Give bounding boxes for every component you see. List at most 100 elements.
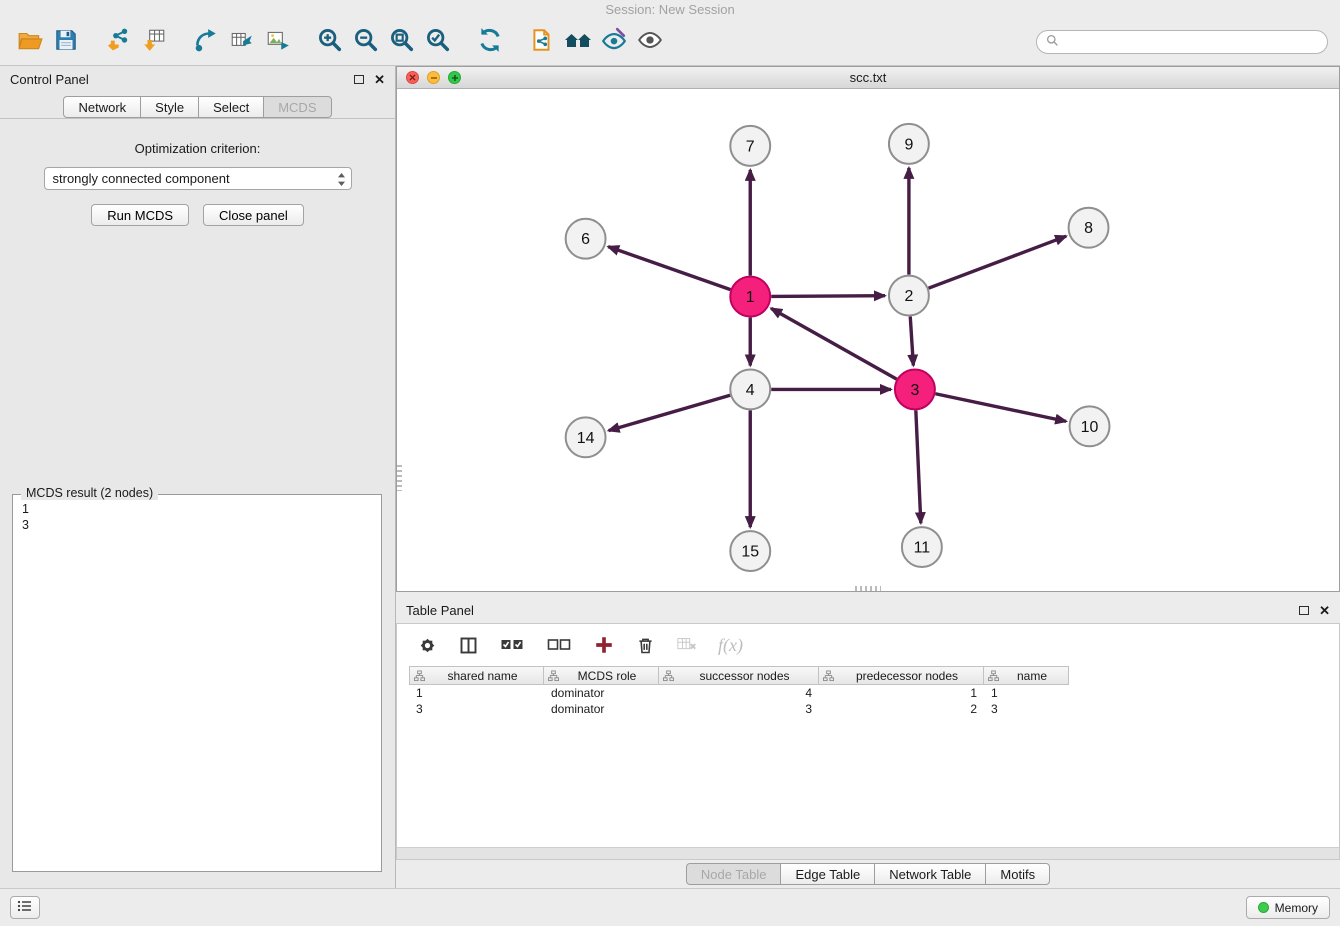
toolbar-search: [1036, 30, 1328, 54]
column-header-shared-name[interactable]: shared name: [409, 666, 544, 685]
application-window: Session: New Session: [0, 0, 1340, 926]
zoom-out-button[interactable]: [348, 24, 384, 60]
refresh-icon: [476, 26, 504, 57]
float-panel-icon[interactable]: [354, 75, 364, 84]
node-label: 14: [577, 430, 595, 447]
table-tabbar: Node Table Edge Table Network Table Moti…: [396, 860, 1340, 888]
sort-icon: [988, 670, 999, 685]
network-canvas[interactable]: 7 9 6 8 1 2 4 3 14 10 15 11: [397, 89, 1339, 591]
graph-edge-1-2[interactable]: [771, 296, 885, 297]
zoom-selected-button[interactable]: [420, 24, 456, 60]
table-scroll-strip[interactable]: [397, 847, 1339, 859]
pane-resize-grip[interactable]: [855, 586, 881, 591]
column-header-successor-nodes[interactable]: successor nodes: [659, 666, 819, 685]
cell-mcds-role[interactable]: dominator: [544, 685, 659, 701]
graph-edge-3-1[interactable]: [771, 308, 897, 379]
table-row[interactable]: 1dominator411: [409, 685, 1339, 701]
select-all-columns-button[interactable]: [499, 635, 526, 655]
table-settings-button[interactable]: [417, 635, 438, 656]
cell-shared-name[interactable]: 1: [409, 685, 544, 701]
houses-icon: [563, 28, 593, 55]
refresh-layout-button[interactable]: [472, 24, 508, 60]
export-network-button[interactable]: [188, 24, 224, 60]
window-title: Session: New Session: [605, 2, 734, 17]
graph-node-10[interactable]: 10: [1070, 406, 1110, 446]
cell-predecessor-nodes[interactable]: 2: [819, 701, 984, 717]
table-row[interactable]: 3dominator323: [409, 701, 1339, 717]
tab-network-table[interactable]: Network Table: [874, 863, 986, 885]
export-image-button[interactable]: [260, 24, 296, 60]
close-panel-button[interactable]: Close panel: [203, 204, 304, 226]
graph-node-6[interactable]: 6: [566, 219, 606, 259]
optimization-criterion-select[interactable]: strongly connected component: [44, 167, 352, 190]
delete-column-button[interactable]: [635, 635, 656, 656]
graph-node-7[interactable]: 7: [730, 126, 770, 166]
graph-node-2[interactable]: 2: [889, 276, 929, 316]
cell-successor-nodes[interactable]: 3: [659, 701, 819, 717]
graph-node-11[interactable]: 11: [902, 527, 942, 567]
graph-edge-3-11[interactable]: [916, 410, 921, 523]
graph-edge-4-14[interactable]: [609, 395, 731, 430]
import-network-icon: [105, 27, 131, 56]
function-builder-button[interactable]: f(x): [718, 635, 743, 656]
graph-edge-2-8[interactable]: [929, 236, 1067, 288]
show-columns-button[interactable]: [458, 635, 479, 656]
import-table-button[interactable]: [136, 24, 172, 60]
cell-predecessor-nodes[interactable]: 1: [819, 685, 984, 701]
search-input[interactable]: [1065, 35, 1318, 49]
minimize-window-icon[interactable]: [427, 71, 440, 84]
search-icon: [1046, 34, 1059, 50]
float-table-panel-icon[interactable]: [1299, 606, 1309, 615]
tab-motifs[interactable]: Motifs: [985, 863, 1050, 885]
create-column-button[interactable]: [593, 634, 615, 656]
run-mcds-button[interactable]: Run MCDS: [91, 204, 189, 226]
tab-mcds[interactable]: MCDS: [263, 96, 331, 118]
show-graphics-details-button[interactable]: [632, 24, 668, 60]
sort-icon: [548, 670, 559, 685]
close-window-icon[interactable]: [406, 71, 419, 84]
open-file-button[interactable]: [12, 24, 48, 60]
export-table-button[interactable]: [224, 24, 260, 60]
tab-node-table[interactable]: Node Table: [686, 863, 782, 885]
column-header-mcds-role[interactable]: MCDS role: [544, 666, 659, 685]
tab-edge-table[interactable]: Edge Table: [780, 863, 875, 885]
save-session-button[interactable]: [48, 24, 84, 60]
apply-style-button[interactable]: [596, 24, 632, 60]
graph-node-8[interactable]: 8: [1069, 208, 1109, 248]
unselect-all-columns-button[interactable]: [546, 635, 573, 655]
home-view-button[interactable]: [560, 24, 596, 60]
zoom-in-button[interactable]: [312, 24, 348, 60]
tab-style[interactable]: Style: [140, 96, 199, 118]
cell-name[interactable]: 3: [984, 701, 1069, 717]
cell-successor-nodes[interactable]: 4: [659, 685, 819, 701]
share-network-icon: [193, 27, 219, 56]
cell-mcds-role[interactable]: dominator: [544, 701, 659, 717]
cell-name[interactable]: 1: [984, 685, 1069, 701]
zoom-in-icon: [316, 26, 344, 57]
graph-node-4[interactable]: 4: [730, 369, 770, 409]
zoom-fit-button[interactable]: [384, 24, 420, 60]
graph-edge-1-6[interactable]: [608, 247, 730, 290]
tab-network[interactable]: Network: [63, 96, 141, 118]
graph-node-3[interactable]: 3: [895, 369, 935, 409]
close-table-panel-icon[interactable]: ✕: [1319, 604, 1330, 617]
zoom-window-icon[interactable]: [448, 71, 461, 84]
graph-edge-2-3[interactable]: [910, 317, 913, 366]
graph-node-9[interactable]: 9: [889, 124, 929, 164]
duplicate-network-button[interactable]: [524, 24, 560, 60]
import-network-button[interactable]: [100, 24, 136, 60]
cell-shared-name[interactable]: 3: [409, 701, 544, 717]
column-header-predecessor-nodes[interactable]: predecessor nodes: [819, 666, 984, 685]
column-header-name[interactable]: name: [984, 666, 1069, 685]
tab-select[interactable]: Select: [198, 96, 264, 118]
task-history-button[interactable]: [10, 896, 40, 919]
graph-edge-3-10[interactable]: [935, 394, 1066, 422]
close-panel-icon[interactable]: ✕: [374, 73, 385, 86]
control-panel: Control Panel ✕ Network Style Select MCD…: [0, 66, 396, 888]
graph-node-1[interactable]: 1: [730, 277, 770, 317]
graph-node-15[interactable]: 15: [730, 531, 770, 571]
graph-node-14[interactable]: 14: [566, 417, 606, 457]
delete-table-button[interactable]: [676, 635, 698, 655]
memory-button[interactable]: Memory: [1246, 896, 1330, 919]
pane-resize-grip[interactable]: [397, 465, 402, 491]
